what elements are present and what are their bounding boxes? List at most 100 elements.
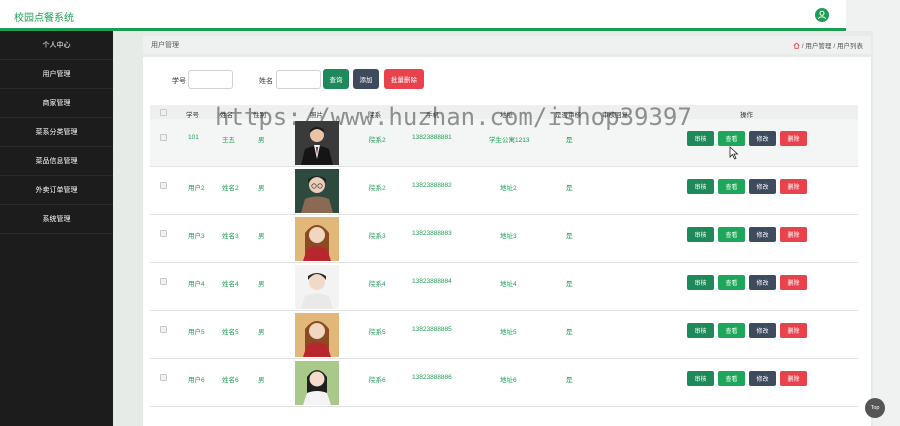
header-student-id[interactable]: 学号: [186, 109, 199, 119]
breadcrumb-item-user-management[interactable]: / 用户管理: [802, 40, 832, 50]
sidebar-item-personal-center[interactable]: 个人中心: [0, 31, 113, 60]
cell-department: 院系4: [369, 281, 386, 288]
sidebar-item-merchant-management[interactable]: 商家管理: [0, 89, 113, 118]
cell-gender: 男: [258, 281, 265, 288]
edit-button[interactable]: 修改: [749, 323, 776, 338]
sidebar-item-dish-info[interactable]: 菜品信息管理: [0, 147, 113, 176]
delete-button[interactable]: 删除: [780, 371, 807, 386]
user-photo: [295, 265, 339, 309]
cell-address: 地址4: [500, 281, 517, 288]
select-all-checkbox[interactable]: [160, 109, 167, 116]
sidebar-item-system-management[interactable]: 系统管理: [0, 205, 113, 234]
delete-button[interactable]: 删除: [780, 275, 807, 290]
delete-button[interactable]: 删除: [780, 323, 807, 338]
breadcrumb-item-user-list: / 用户列表: [833, 43, 863, 50]
table-header: 学号 姓名 性别 照片 院系 手机 地址 是否审核 审核回复 操作: [150, 105, 858, 119]
header-department[interactable]: 院系: [368, 109, 381, 119]
sidebar-item-cuisine-category[interactable]: 菜系分类管理: [0, 118, 113, 147]
cell-name: 姓名2: [222, 185, 239, 192]
cell-audited: 是: [566, 137, 573, 144]
cell-gender: 男: [258, 233, 265, 240]
cell-gender: 男: [258, 185, 265, 192]
view-button[interactable]: 查看: [718, 323, 745, 338]
row-checkbox[interactable]: [160, 230, 167, 237]
header-phone[interactable]: 手机: [426, 109, 439, 119]
student-id-label: 学号: [172, 78, 186, 85]
user-photo: [295, 313, 339, 357]
edit-button[interactable]: 修改: [749, 179, 776, 194]
batch-delete-button[interactable]: 批量删除: [384, 69, 424, 89]
header-gender[interactable]: 性别: [253, 109, 266, 119]
cell-address: 地址2: [500, 185, 517, 192]
mouse-cursor-icon: [729, 146, 739, 162]
header-name[interactable]: 姓名: [220, 109, 233, 119]
audit-button[interactable]: 审核: [687, 179, 714, 194]
sidebar-item-user-management[interactable]: 用户管理: [0, 60, 113, 89]
main-panel: 学号 姓名 查询 添加 批量删除 学号 姓名 性别 照片 院系 手机 地址 是否…: [143, 57, 871, 426]
table-row: 用户6 姓名6 男 院系6 13823888886 地址6 是 审核 查看 修改 删除: [150, 359, 858, 407]
header-audited[interactable]: 是否审核: [555, 109, 581, 119]
cell-gender: 男: [258, 329, 265, 336]
audit-button[interactable]: 审核: [687, 371, 714, 386]
back-to-top-button[interactable]: Top: [865, 398, 885, 418]
query-button[interactable]: 查询: [323, 69, 349, 89]
row-checkbox[interactable]: [160, 326, 167, 333]
table-row: 101 王五 男 院系2 13823888881 学生公寓1213 是 审核 查看 修改 删除: [150, 119, 858, 167]
cell-student-id: 用户4: [188, 281, 205, 288]
view-button[interactable]: 查看: [718, 275, 745, 290]
user-photo: [295, 217, 339, 261]
name-label: 姓名: [259, 78, 273, 85]
cell-phone: 13823888882: [412, 182, 452, 189]
row-checkbox[interactable]: [160, 182, 167, 189]
edit-button[interactable]: 修改: [749, 275, 776, 290]
student-id-input[interactable]: [188, 70, 233, 89]
cell-gender: 男: [258, 377, 265, 384]
edit-button[interactable]: 修改: [749, 227, 776, 242]
table-row: 用户5 姓名5 男 院系5 13823888885 地址5 是 审核 查看 修改 删除: [150, 311, 858, 359]
view-button[interactable]: 查看: [718, 179, 745, 194]
cell-student-id: 用户3: [188, 233, 205, 240]
delete-button[interactable]: 删除: [780, 179, 807, 194]
cell-audited: 是: [566, 281, 573, 288]
cell-audited: 是: [566, 377, 573, 384]
home-icon[interactable]: [793, 41, 800, 49]
audit-button[interactable]: 审核: [687, 323, 714, 338]
cell-gender: 男: [258, 137, 265, 144]
breadcrumb-path: / 用户管理 / 用户列表: [793, 40, 863, 50]
cell-phone: 13823888883: [412, 230, 452, 237]
add-button[interactable]: 添加: [353, 69, 379, 89]
table-row: 用户4 姓名4 男 院系4 13823888884 地址4 是 审核 查看 修改 删除: [150, 263, 858, 311]
user-photo: [295, 121, 339, 165]
sidebar-item-takeout-orders[interactable]: 外卖订单管理: [0, 176, 113, 205]
edit-button[interactable]: 修改: [749, 131, 776, 146]
row-checkbox[interactable]: [160, 134, 167, 141]
user-table: 学号 姓名 性别 照片 院系 手机 地址 是否审核 审核回复 操作 101 王五男…: [150, 105, 858, 407]
row-checkbox[interactable]: [160, 278, 167, 285]
audit-button[interactable]: 审核: [687, 275, 714, 290]
header-audit-reply[interactable]: 审核回复: [602, 109, 628, 119]
delete-button[interactable]: 删除: [780, 227, 807, 242]
cell-address: 地址3: [500, 233, 517, 240]
header-address[interactable]: 地址: [500, 109, 513, 119]
audit-button[interactable]: 审核: [687, 227, 714, 242]
user-avatar-icon[interactable]: [815, 8, 829, 22]
cell-address: 学生公寓1213: [489, 137, 530, 144]
view-button[interactable]: 查看: [718, 227, 745, 242]
view-button[interactable]: 查看: [718, 131, 745, 146]
header-photo[interactable]: 照片: [310, 109, 323, 119]
cell-student-id: 101: [188, 134, 199, 141]
name-input[interactable]: [276, 70, 321, 89]
table-row: 用户2 姓名2 男 院系2 13823888882 地址2 是 审核 查看 修改 删除: [150, 167, 858, 215]
cell-address: 地址5: [500, 329, 517, 336]
delete-button[interactable]: 删除: [780, 131, 807, 146]
cell-name: 姓名4: [222, 281, 239, 288]
cell-phone: 13823888886: [412, 374, 452, 381]
user-photo: [295, 169, 339, 213]
view-button[interactable]: 查看: [718, 371, 745, 386]
page-title: 用户管理: [151, 42, 179, 49]
audit-button[interactable]: 审核: [687, 131, 714, 146]
cell-audited: 是: [566, 329, 573, 336]
edit-button[interactable]: 修改: [749, 371, 776, 386]
header-actions: 操作: [740, 112, 753, 119]
row-checkbox[interactable]: [160, 374, 167, 381]
